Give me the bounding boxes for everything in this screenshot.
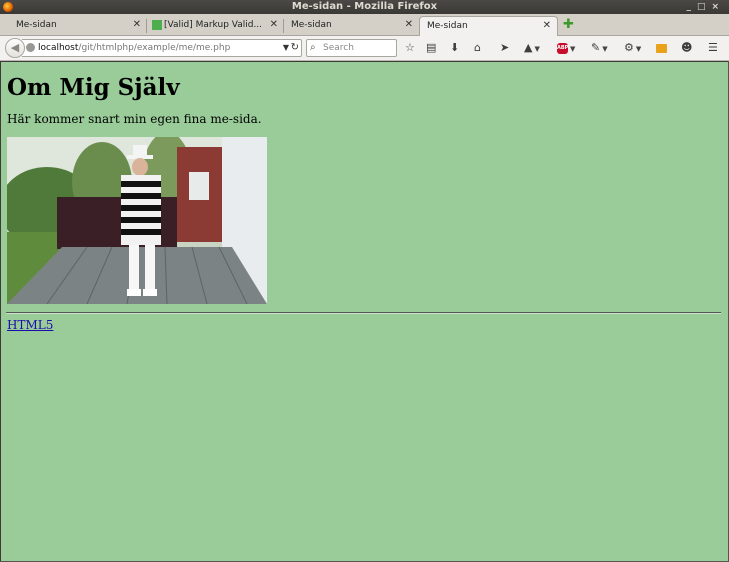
intro-text: Här kommer snart min egen fina me-sida. [7, 112, 262, 126]
close-icon[interactable]: ✕ [405, 16, 413, 34]
minimize-button[interactable]: _ [686, 2, 697, 12]
validator-favicon-icon [152, 20, 162, 30]
back-button[interactable]: ◀ [5, 38, 25, 58]
new-tab-plus-icon[interactable]: ✚ [563, 18, 574, 32]
photo-illustration [7, 137, 267, 304]
html5-link[interactable]: HTML5 [7, 318, 53, 332]
reload-icon[interactable]: ↻ [291, 40, 299, 56]
window-titlebar: Me-sidan - Mozilla Firefox _□× [0, 0, 729, 14]
url-bar[interactable]: localhost/git/htmlphp/example/me/me.php … [22, 39, 302, 57]
bookmarks-menu-icon[interactable]: ▤ [426, 40, 436, 56]
bookmark-star-icon[interactable]: ☆ [405, 40, 415, 56]
tab-strip: Me-sidan ✕ [Valid] Markup Valid... ✕ Me-… [0, 14, 729, 37]
tab-validator[interactable]: [Valid] Markup Valid... ✕ [148, 16, 284, 36]
search-placeholder: Search [323, 43, 354, 53]
tab-label: Me-sidan [16, 20, 57, 30]
tab-separator [283, 19, 284, 33]
horizontal-divider [6, 312, 721, 314]
close-icon[interactable]: ✕ [543, 17, 551, 35]
tab-me-sidan-active[interactable]: Me-sidan ✕ [419, 16, 558, 37]
tab-separator [146, 19, 147, 33]
url-path: /git/htmlphp/example/me/me.php [78, 43, 231, 53]
tab-label: Me-sidan [291, 20, 332, 30]
tab-label: [Valid] Markup Valid... [164, 20, 263, 30]
close-icon[interactable]: ✕ [133, 16, 141, 34]
window-title: Me-sidan - Mozilla Firefox [291, 1, 438, 12]
adblock-icon[interactable]: ABP ▼ [557, 40, 575, 57]
profile-photo [7, 137, 267, 304]
addon-triangle-icon[interactable]: ▲ ▼ [524, 40, 540, 57]
card-icon[interactable] [656, 40, 667, 56]
window-controls: _□× [686, 0, 725, 14]
search-input[interactable]: ⌕ Search [306, 39, 397, 57]
eyedropper-icon[interactable]: ✎ ▼ [591, 40, 608, 57]
close-window-button[interactable]: × [711, 2, 725, 12]
tab-me-sidan-1[interactable]: Me-sidan ✕ [0, 16, 147, 36]
maximize-button[interactable]: □ [697, 2, 712, 12]
developer-tools-icon[interactable]: ⚙ ▼ [624, 40, 641, 57]
search-icon: ⌕ [310, 42, 316, 53]
send-icon[interactable]: ➤ [500, 40, 509, 56]
home-icon[interactable]: ⌂ [474, 40, 481, 56]
menu-icon[interactable]: ☰ [708, 40, 718, 56]
close-icon[interactable]: ✕ [270, 16, 278, 34]
globe-icon [26, 43, 35, 52]
back-arrow-icon: ◀ [10, 41, 20, 54]
chat-icon[interactable]: ☻ [681, 40, 692, 56]
downloads-icon[interactable]: ⬇ [450, 40, 459, 56]
firefox-logo-icon [3, 2, 13, 12]
chevron-down-icon[interactable]: ▼ [283, 40, 289, 56]
url-host: localhost [38, 43, 79, 53]
page-heading: Om Mig Själv [7, 74, 180, 101]
tab-me-sidan-3[interactable]: Me-sidan ✕ [285, 16, 419, 36]
navigation-toolbar: localhost/git/htmlphp/example/me/me.php … [0, 36, 729, 61]
page-content: Om Mig Själv Här kommer snart min egen f… [1, 62, 728, 561]
tab-label: Me-sidan [427, 21, 468, 31]
